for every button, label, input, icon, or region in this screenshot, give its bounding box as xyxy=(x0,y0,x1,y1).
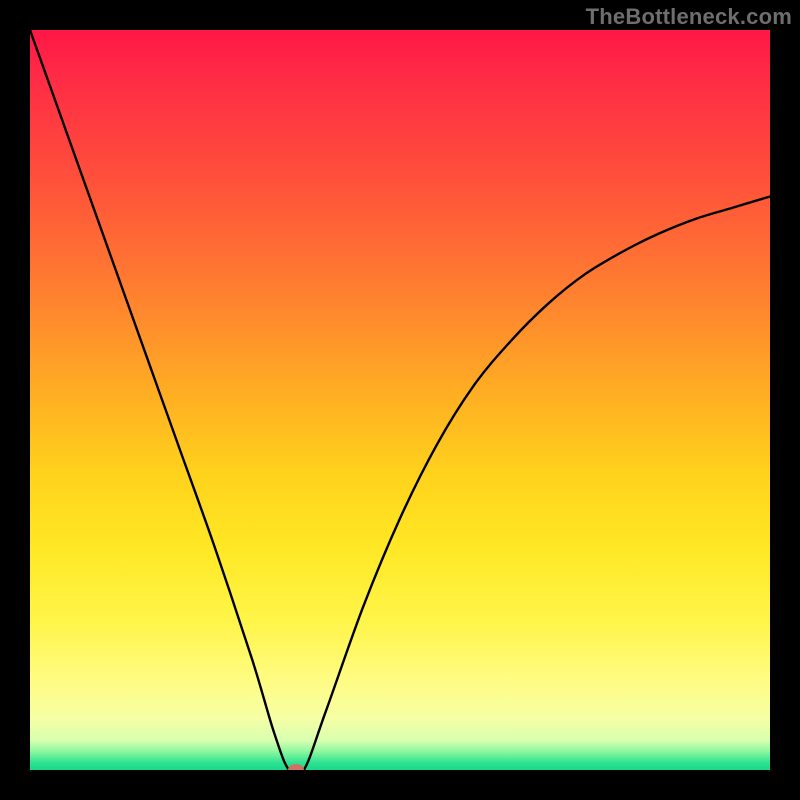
chart-frame: TheBottleneck.com xyxy=(0,0,800,800)
optimum-marker xyxy=(288,764,304,770)
bottleneck-curve-path xyxy=(30,30,770,770)
watermark-text: TheBottleneck.com xyxy=(586,4,792,30)
curve-svg xyxy=(30,30,770,770)
plot-area xyxy=(30,30,770,770)
